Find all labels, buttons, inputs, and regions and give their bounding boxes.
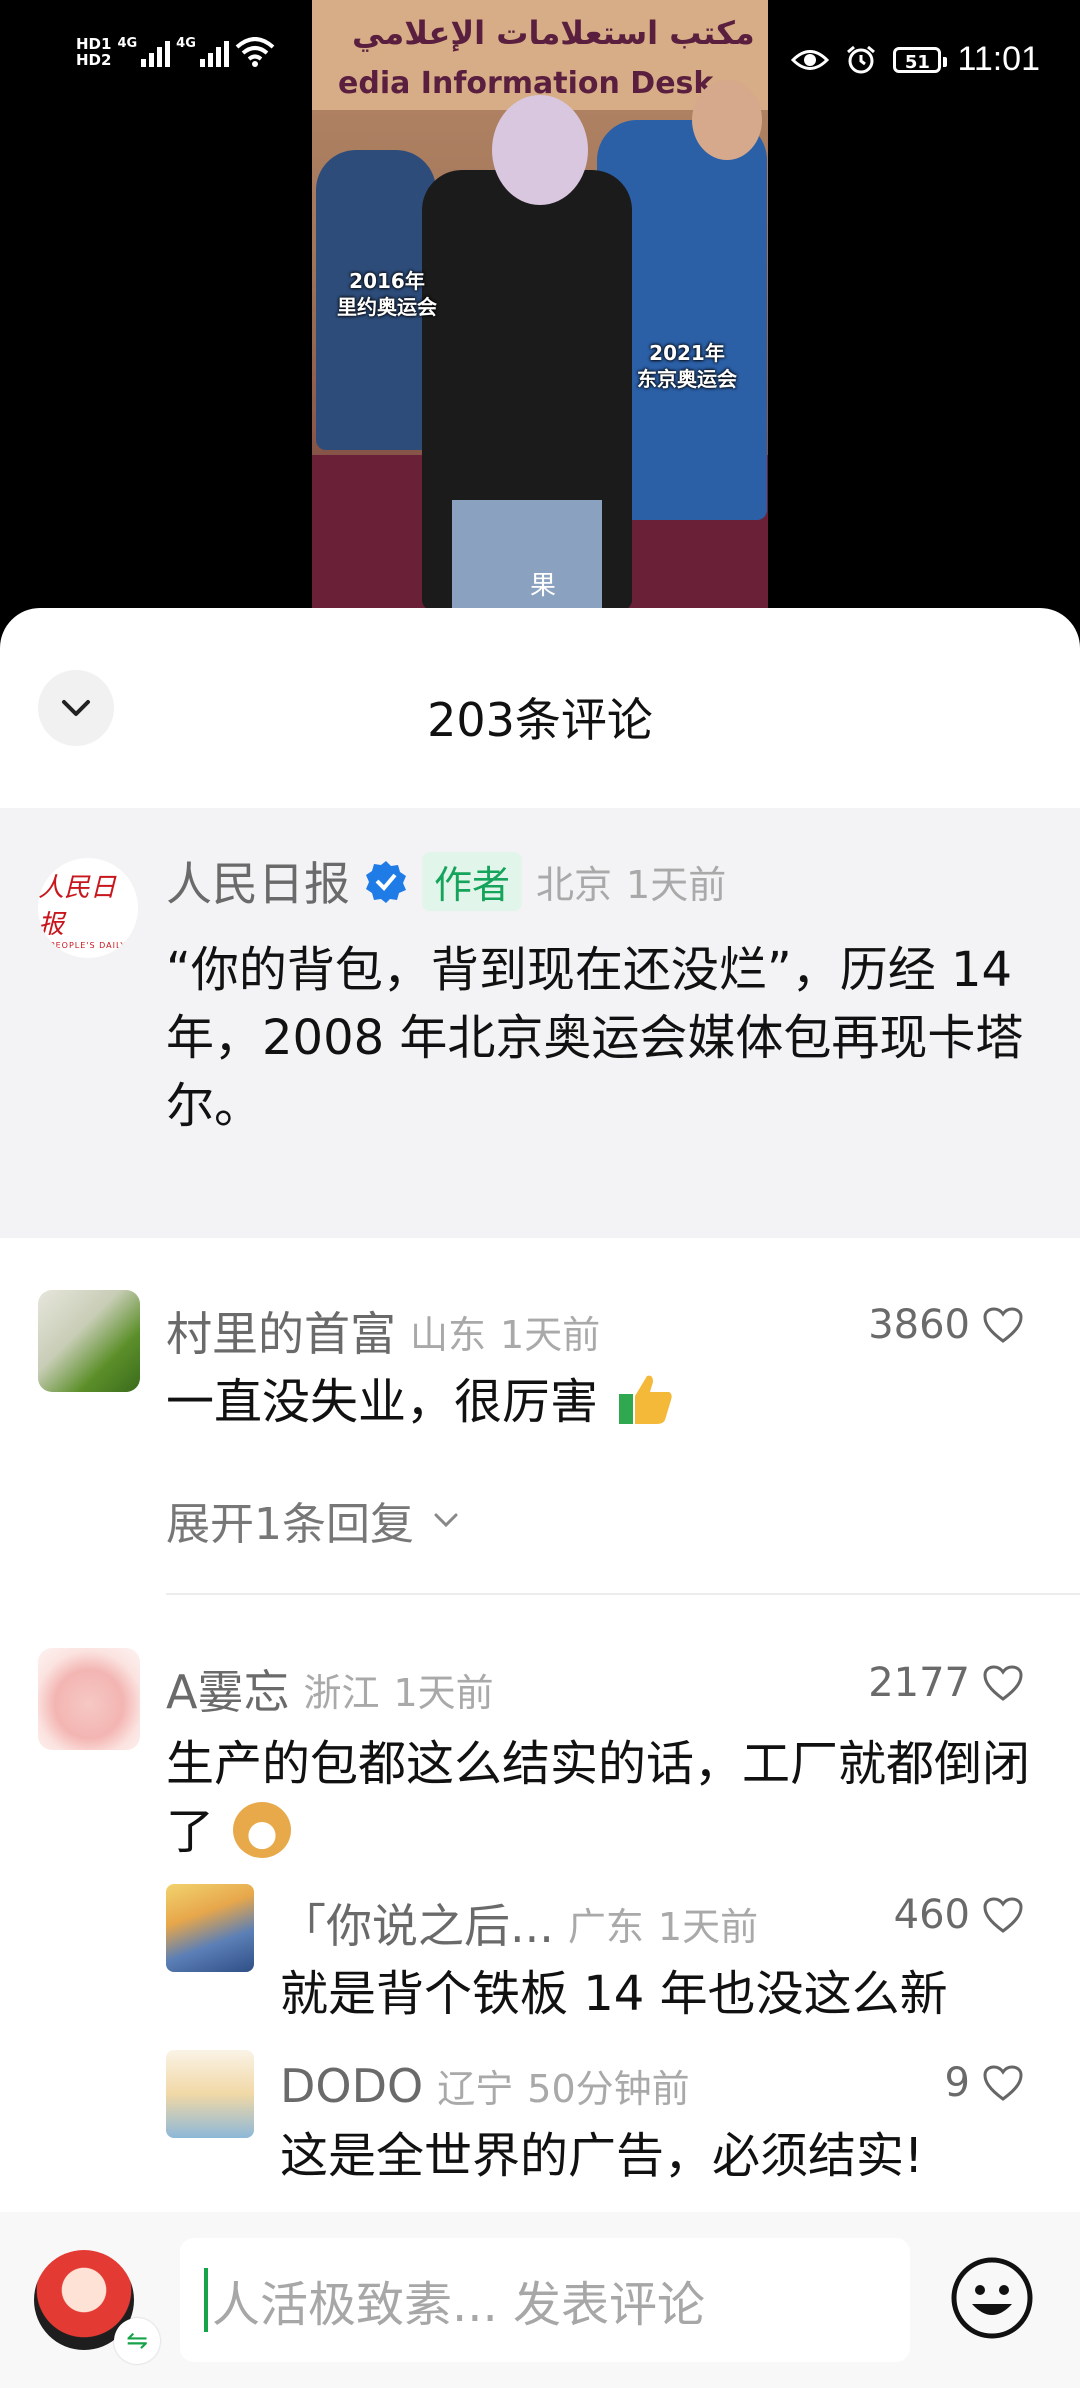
reply2-username[interactable]: DODO	[280, 2059, 423, 2113]
comment2-text-row: 生产的包都这么结实的话，工厂就都倒闭了	[166, 1730, 1046, 1866]
hd2-label: HD2	[76, 51, 112, 69]
clock-time: 11:01	[957, 40, 1040, 78]
hd-indicators: HD1 HD2	[76, 36, 111, 68]
comment2-avatar[interactable]	[38, 1648, 140, 1750]
comment2-like-button[interactable]: 2177	[868, 1660, 1024, 1706]
status-right: 51 11:01	[791, 40, 1040, 79]
chevron-down-icon	[434, 1513, 458, 1528]
avatar-logo-text: 人民日报	[38, 872, 117, 940]
eye-icon	[791, 49, 830, 70]
author-post: 人民日报 PEOPLE'S DAILY 人民日报 作者 北京 1天前 “你的背包…	[0, 808, 1080, 1238]
heart-icon	[983, 2065, 1023, 2101]
verified-icon	[366, 861, 406, 903]
comment-input[interactable]: 人活极致素... 发表评论	[180, 2238, 910, 2362]
heart-icon	[983, 1307, 1023, 1343]
emoji-icon[interactable]	[950, 2256, 1034, 2340]
reply1-username[interactable]: 「你说之后...	[280, 1890, 554, 1956]
video-caption-right: 2021年 东京奥运会	[612, 340, 762, 392]
comment1-username[interactable]: 村里的首富	[166, 1298, 396, 1364]
video-watermark: 果	[530, 571, 557, 601]
heart-icon	[983, 1665, 1023, 1701]
author-name[interactable]: 人民日报	[166, 848, 350, 914]
signal2-icon	[199, 37, 229, 67]
comments-sheet: 203条评论 人民日报 PEOPLE'S DAILY 人民日报 作者 北京 1天…	[0, 608, 1080, 2388]
signal1-icon	[141, 37, 171, 67]
reply1-text[interactable]: 就是背个铁板 14 年也没这么新	[280, 1960, 1060, 2028]
reply2-time: 50分钟前	[527, 2067, 690, 2111]
avatar-logo-subtext: PEOPLE'S DAILY	[49, 940, 127, 950]
comment1-like-count: 3860	[868, 1302, 970, 1348]
comment1-time: 1天前	[500, 1312, 601, 1357]
battery-icon: 51	[893, 46, 948, 73]
comments-title: 203条评论	[427, 693, 653, 747]
comment2-time: 1天前	[393, 1670, 494, 1715]
expand-replies-button[interactable]: 展开1条回复	[166, 1488, 460, 1552]
comment2-like-count: 2177	[868, 1660, 970, 1706]
comment1-location: 山东	[410, 1312, 487, 1357]
comment2-text[interactable]: 生产的包都这么结实的话，工厂就都倒闭了	[166, 1736, 1030, 1860]
reply2-location: 辽宁	[437, 2067, 514, 2111]
comment-divider	[166, 1593, 1080, 1595]
reply1-like-button[interactable]: 460	[894, 1892, 1024, 1938]
doge-emoji-icon	[233, 1802, 292, 1858]
author-badge: 作者	[422, 851, 523, 911]
signal1-label: 4G	[117, 36, 138, 51]
switch-account-icon[interactable]: ⇋	[114, 2318, 160, 2364]
reply1-time: 1天前	[657, 1904, 759, 1949]
wifi-icon	[235, 37, 275, 67]
caption-left-text: 2016年 里约奥运会	[337, 269, 437, 319]
comment1-text[interactable]: 一直没失业，很厉害	[166, 1374, 598, 1430]
alarm-icon	[847, 45, 876, 73]
comment2-location: 浙江	[303, 1670, 380, 1715]
reply1-avatar[interactable]	[166, 1884, 254, 1972]
status-bar: HD1 HD2 4G 4G 51 11:01	[0, 0, 1080, 120]
heart-icon	[983, 1897, 1023, 1933]
comment-input-placeholder: 人活极致素... 发表评论	[212, 2277, 706, 2333]
thumbs-up-emoji-icon	[619, 1375, 672, 1424]
author-name-row: 人民日报 作者 北京 1天前	[166, 848, 726, 914]
expand-replies-label: 展开1条回复	[166, 1499, 414, 1550]
comment2-username[interactable]: A霎忘	[166, 1656, 289, 1722]
status-left: HD1 HD2 4G 4G	[76, 36, 275, 68]
author-location: 北京	[536, 862, 613, 907]
avatar[interactable]: 人民日报 PEOPLE'S DAILY	[38, 858, 138, 958]
video-caption-left: 2016年 里约奥运会	[312, 268, 462, 320]
reply2-text[interactable]: 这是全世界的广告，必须结实!	[280, 2122, 1060, 2190]
reply1-location: 广东	[567, 1904, 644, 1949]
reply2-avatar[interactable]	[166, 2050, 254, 2138]
reply1-like-count: 460	[893, 1892, 970, 1938]
reply2-like-count: 9	[944, 2060, 970, 2106]
video-jeans	[452, 500, 602, 610]
comment-input-bar: ⇋ 人活极致素... 发表评论	[0, 2212, 1080, 2388]
reply2-name-row: DODO 辽宁 50分钟前	[280, 2058, 690, 2113]
caption-right-text: 2021年 东京奥运会	[637, 341, 737, 391]
author-time: 1天前	[626, 862, 727, 907]
author-post-text[interactable]: “你的背包，背到现在还没烂”，历经 14 年，2008 年北京奥运会媒体包再现卡…	[166, 936, 1046, 1140]
comment2-name-row: A霎忘 浙江 1天前	[166, 1656, 494, 1722]
comment1-avatar[interactable]	[38, 1290, 140, 1392]
signal2-label: 4G	[176, 36, 196, 51]
comment1-text-row: 一直没失业，很厉害	[166, 1368, 1046, 1436]
reply1-name-row: 「你说之后... 广东 1天前	[280, 1890, 758, 1956]
hd1-label: HD1	[76, 35, 112, 53]
text-cursor	[204, 2268, 208, 2332]
comment1-like-button[interactable]: 3860	[868, 1302, 1024, 1348]
comment1-name-row: 村里的首富 山东 1天前	[166, 1298, 600, 1364]
sheet-header: 203条评论	[0, 608, 1080, 808]
reply2-like-button[interactable]: 9	[945, 2060, 1024, 2106]
